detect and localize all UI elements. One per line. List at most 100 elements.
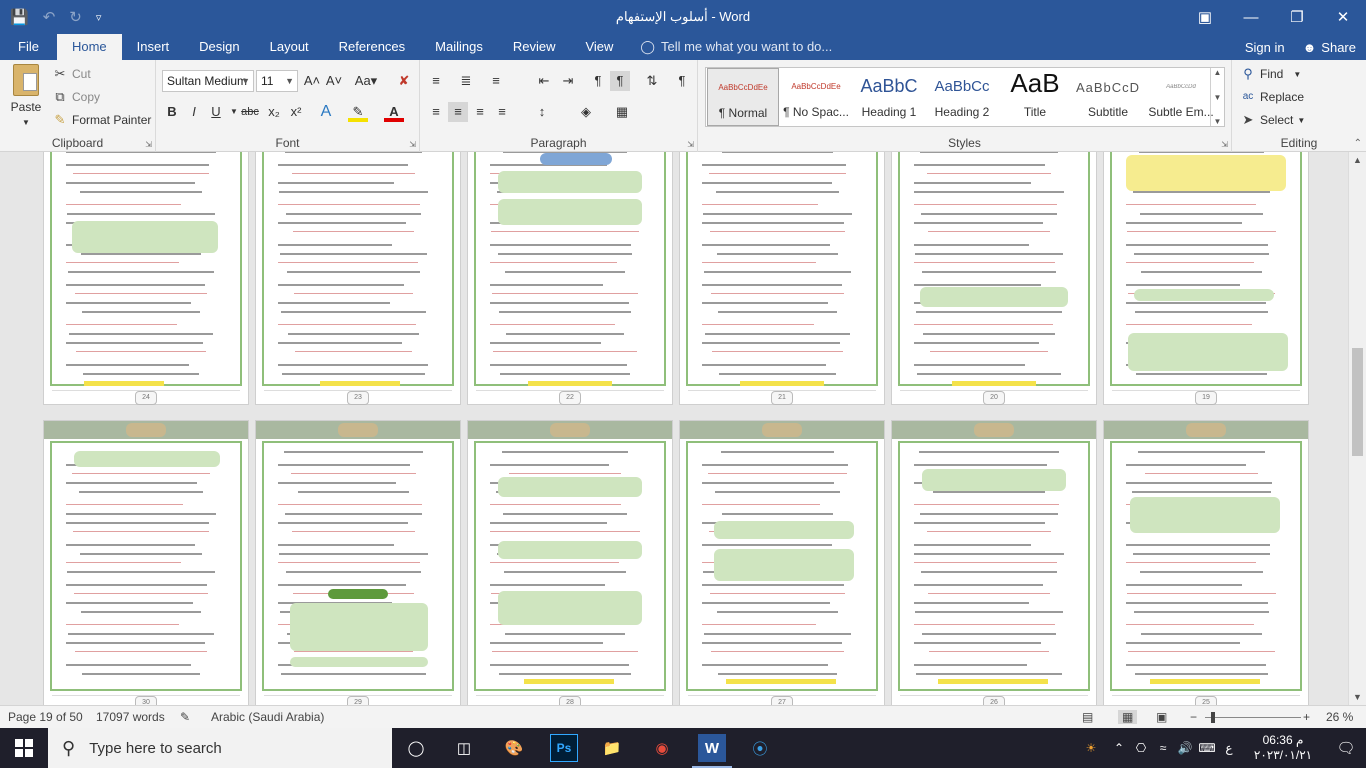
font-name-combo[interactable]: Sultan Medium ▼ xyxy=(162,70,254,92)
vertical-scrollbar[interactable]: ▲ ▼ xyxy=(1348,152,1366,705)
style-subtle-emphasis[interactable]: AaBbCcDd Subtle Em... xyxy=(1145,68,1217,126)
show-formatting-icon[interactable]: ¶ xyxy=(672,71,692,91)
paint-icon[interactable]: 🎨 xyxy=(500,734,528,762)
more-styles-icon[interactable]: ▼ xyxy=(1214,117,1222,126)
strikethrough-icon[interactable]: abc xyxy=(240,102,260,122)
zoom-slider[interactable] xyxy=(1205,712,1301,723)
scroll-thumb[interactable] xyxy=(1352,348,1363,456)
text-effects-icon[interactable]: A xyxy=(316,102,336,122)
numbering-icon[interactable]: ≣ xyxy=(456,71,476,91)
taskbar-search[interactable]: ⚲ Type here to search xyxy=(48,728,392,768)
zoom-in-icon[interactable]: + xyxy=(1303,710,1310,724)
cortana-icon[interactable]: ◯ xyxy=(402,734,430,762)
page-thumbnail[interactable]: 24 xyxy=(43,152,249,405)
notifications-icon[interactable]: 🗨 xyxy=(1326,739,1366,757)
zoom-level[interactable]: 26 % xyxy=(1326,710,1353,724)
tab-file[interactable]: File xyxy=(0,34,57,60)
highlight-icon[interactable]: ✎ xyxy=(348,102,368,122)
chevron-up-icon[interactable]: ⌃ xyxy=(1108,741,1130,755)
cut-button[interactable]: ✂ Cut xyxy=(52,66,91,82)
minimize-button[interactable]: — xyxy=(1228,0,1274,34)
tab-references[interactable]: References xyxy=(324,34,420,60)
page-thumbnail[interactable]: 29 xyxy=(255,420,461,705)
print-layout-icon[interactable]: ▦ xyxy=(1118,710,1138,724)
tab-insert[interactable]: Insert xyxy=(122,34,185,60)
page-thumbnail[interactable]: 30 xyxy=(43,420,249,705)
language-indicator[interactable]: Arabic (Saudi Arabia) xyxy=(211,710,324,724)
dialog-launcher-icon[interactable]: ⇲ xyxy=(687,140,694,149)
page-thumbnail[interactable]: 27 xyxy=(679,420,885,705)
chevron-up-icon[interactable]: ▲ xyxy=(1214,68,1222,77)
underline-icon[interactable]: U xyxy=(206,102,226,122)
volume-icon[interactable]: 🔊 xyxy=(1174,741,1196,755)
italic-icon[interactable]: I xyxy=(184,102,204,122)
proofing-icon[interactable]: ✎ xyxy=(180,710,190,724)
task-view-icon[interactable]: ◫ xyxy=(450,734,478,762)
increase-indent-icon[interactable]: ⇥ xyxy=(558,71,578,91)
redo-icon[interactable]: ↻ xyxy=(69,8,82,26)
undo-icon[interactable]: ↶ xyxy=(43,8,56,26)
customize-qat-icon[interactable]: ▿ xyxy=(96,11,102,24)
style-heading-2[interactable]: AaBbCc Heading 2 xyxy=(926,68,998,126)
file-explorer-icon[interactable]: 📁 xyxy=(598,734,626,762)
font-color-icon[interactable]: A xyxy=(384,102,404,122)
ribbon-display-options-icon[interactable]: ▣ xyxy=(1182,0,1228,34)
ltr-direction-icon[interactable]: ¶ xyxy=(588,71,608,91)
align-right-icon[interactable]: ≡ xyxy=(470,102,490,122)
keyboard-icon[interactable]: ⌨ xyxy=(1196,741,1218,755)
rtl-direction-icon[interactable]: ¶ xyxy=(610,71,630,91)
tell-me-box[interactable]: ◯ Tell me what you want to do... xyxy=(640,34,832,60)
input-language[interactable]: ع xyxy=(1218,741,1240,755)
scroll-down-icon[interactable]: ▼ xyxy=(1349,689,1366,705)
read-mode-icon[interactable]: ▤ xyxy=(1082,710,1093,724)
page-thumbnail[interactable]: 26 xyxy=(891,420,1097,705)
replace-button[interactable]: ac Replace xyxy=(1240,89,1304,105)
network-icon[interactable]: ⎔ xyxy=(1130,741,1152,755)
styles-scroll[interactable]: ▲ ▼ ▼ xyxy=(1210,68,1224,126)
select-button[interactable]: ➤ Select ▼ xyxy=(1240,112,1306,128)
change-case-icon[interactable]: Aa▾ xyxy=(352,71,380,91)
close-button[interactable]: ✕ xyxy=(1320,0,1366,34)
grow-font-icon[interactable]: A˄ xyxy=(302,71,322,91)
edge-icon[interactable]: ⦿ xyxy=(746,734,774,762)
align-center-icon[interactable]: ≡ xyxy=(448,102,468,122)
clock[interactable]: 06:36 م ٢٠٢٣/٠١/٢١ xyxy=(1240,733,1326,763)
page-thumbnail[interactable]: 19 xyxy=(1103,152,1309,405)
zoom-slider-knob[interactable] xyxy=(1211,712,1215,723)
page-thumbnail[interactable]: 21 xyxy=(679,152,885,405)
style-heading-1[interactable]: AaBbC Heading 1 xyxy=(853,68,925,126)
justify-icon[interactable]: ≡ xyxy=(492,102,512,122)
word-icon[interactable]: W xyxy=(698,734,726,762)
format-painter-button[interactable]: ✎ Format Painter xyxy=(52,112,152,128)
subscript-icon[interactable]: x₂ xyxy=(264,102,284,122)
chrome-icon[interactable]: ◉ xyxy=(648,734,676,762)
line-spacing-icon[interactable]: ↕ xyxy=(532,102,552,122)
style-normal[interactable]: AaBbCcDdEe ¶ Normal xyxy=(707,68,779,126)
chevron-down-icon[interactable]: ▼ xyxy=(1214,93,1222,102)
share-button[interactable]: ☻ Share xyxy=(1303,40,1356,55)
font-size-combo[interactable]: 11 ▼ xyxy=(256,70,298,92)
shrink-font-icon[interactable]: A˅ xyxy=(324,71,344,91)
superscript-icon[interactable]: x² xyxy=(286,102,306,122)
sign-in-link[interactable]: Sign in xyxy=(1245,40,1285,55)
collapse-ribbon-icon[interactable]: ⌃ xyxy=(1354,138,1362,149)
page-thumbnail[interactable]: 23 xyxy=(255,152,461,405)
style-no-spacing[interactable]: AaBbCcDdEe ¶ No Spac... xyxy=(780,68,852,126)
page-count[interactable]: Page 19 of 50 xyxy=(8,710,83,724)
borders-icon[interactable]: ▦ xyxy=(612,102,632,122)
zoom-out-icon[interactable]: − xyxy=(1190,710,1197,724)
decrease-indent-icon[interactable]: ⇤ xyxy=(534,71,554,91)
word-count[interactable]: 17097 words xyxy=(96,710,165,724)
page-thumbnail[interactable]: 22 xyxy=(467,152,673,405)
photoshop-icon[interactable]: Ps xyxy=(550,734,578,762)
dialog-launcher-icon[interactable]: ⇲ xyxy=(1221,140,1228,149)
page-thumbnail[interactable]: 28 xyxy=(467,420,673,705)
paste-button[interactable]: Paste ▼ xyxy=(6,64,46,127)
tab-review[interactable]: Review xyxy=(498,34,571,60)
find-button[interactable]: ⚲ Find ▼ xyxy=(1240,66,1301,82)
tab-layout[interactable]: Layout xyxy=(255,34,324,60)
multilevel-list-icon[interactable]: ≡ xyxy=(486,71,506,91)
maximize-button[interactable]: ❐ xyxy=(1274,0,1320,34)
clear-formatting-icon[interactable]: ✘ xyxy=(394,71,414,91)
tab-view[interactable]: View xyxy=(570,34,628,60)
